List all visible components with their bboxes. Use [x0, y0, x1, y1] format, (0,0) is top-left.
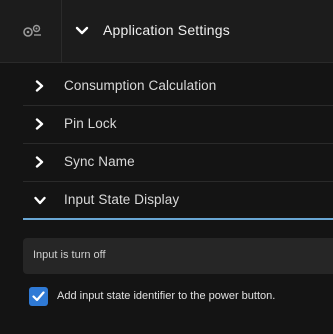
- header-title: Application Settings: [103, 22, 230, 38]
- section-label: Consumption Calculation: [64, 78, 217, 93]
- settings-panel: Application Settings Consumption Calcula…: [0, 0, 333, 334]
- section-label: Pin Lock: [64, 116, 117, 131]
- section-pin-lock[interactable]: Pin Lock: [0, 105, 333, 143]
- chevron-down-icon: [34, 196, 46, 205]
- checkbox-label[interactable]: Add input state identifier to the power …: [57, 290, 275, 302]
- settings-icon-button[interactable]: [0, 0, 62, 62]
- input-state-identifier-checkbox[interactable]: [29, 287, 48, 306]
- checkmark-icon: [32, 291, 45, 302]
- expanded-section-indicator: [23, 218, 333, 220]
- input-status-text: Input is turn off: [33, 249, 106, 261]
- settings-header: Application Settings: [0, 0, 333, 62]
- settings-icon: [23, 24, 41, 37]
- input-status-box: Input is turn off: [23, 238, 333, 274]
- section-consumption-calculation[interactable]: Consumption Calculation: [0, 67, 333, 105]
- chevron-right-icon: [35, 80, 44, 92]
- chevron-down-icon[interactable]: [75, 26, 89, 36]
- header-divider: [0, 62, 333, 63]
- chevron-right-icon: [35, 118, 44, 130]
- section-sync-name[interactable]: Sync Name: [0, 143, 333, 181]
- chevron-right-icon: [35, 156, 44, 168]
- section-label: Sync Name: [64, 154, 135, 169]
- section-label: Input State Display: [64, 192, 180, 207]
- section-input-state-display[interactable]: Input State Display: [0, 181, 333, 219]
